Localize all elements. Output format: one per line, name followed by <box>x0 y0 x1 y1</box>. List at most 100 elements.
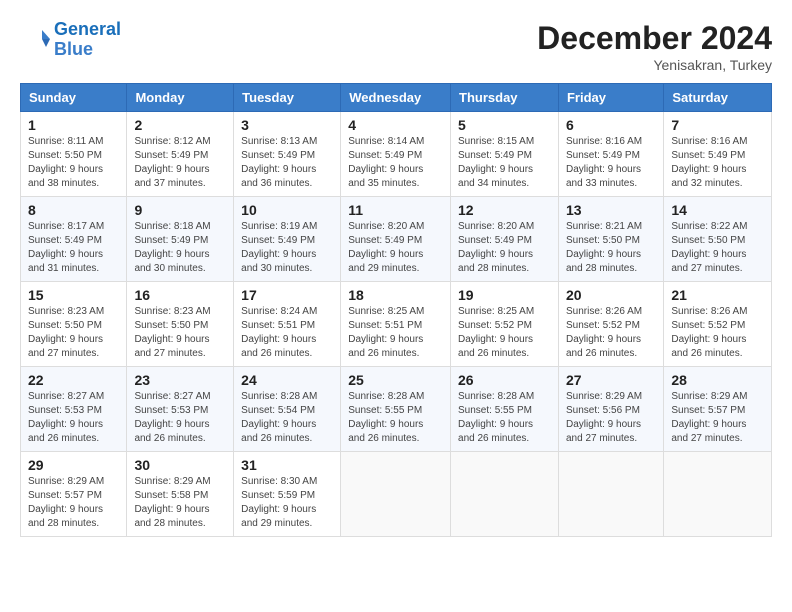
day-info: Sunrise: 8:17 AM Sunset: 5:49 PM Dayligh… <box>28 220 119 276</box>
day-number: 20 <box>566 287 656 303</box>
header-day-saturday: Saturday <box>664 84 772 112</box>
header-day-tuesday: Tuesday <box>234 84 341 112</box>
day-info: Sunrise: 8:28 AM Sunset: 5:55 PM Dayligh… <box>458 390 551 446</box>
calendar-cell: 25 Sunrise: 8:28 AM Sunset: 5:55 PM Dayli… <box>341 367 451 452</box>
day-info: Sunrise: 8:19 AM Sunset: 5:49 PM Dayligh… <box>241 220 333 276</box>
day-number: 19 <box>458 287 551 303</box>
main-title: December 2024 <box>537 20 772 57</box>
day-number: 13 <box>566 202 656 218</box>
day-info: Sunrise: 8:29 AM Sunset: 5:57 PM Dayligh… <box>671 390 764 446</box>
calendar-cell: 15Sunrise: 8:23 AM Sunset: 5:50 PM Dayli… <box>21 282 127 367</box>
header-day-monday: Monday <box>127 84 234 112</box>
day-number: 18 <box>348 287 443 303</box>
calendar-cell: 10 Sunrise: 8:19 AM Sunset: 5:49 PM Dayli… <box>234 197 341 282</box>
day-number: 5 <box>458 117 551 133</box>
day-number: 21 <box>671 287 764 303</box>
day-number: 14 <box>671 202 764 218</box>
day-info: Sunrise: 8:30 AM Sunset: 5:59 PM Dayligh… <box>241 475 333 531</box>
day-info: Sunrise: 8:12 AM Sunset: 5:49 PM Dayligh… <box>134 135 226 191</box>
calendar-cell: 26 Sunrise: 8:28 AM Sunset: 5:55 PM Dayli… <box>451 367 559 452</box>
day-info: Sunrise: 8:25 AM Sunset: 5:52 PM Dayligh… <box>458 305 551 361</box>
calendar-cell: 12Sunrise: 8:20 AM Sunset: 5:49 PM Dayli… <box>451 197 559 282</box>
day-info: Sunrise: 8:22 AM Sunset: 5:50 PM Dayligh… <box>671 220 764 276</box>
day-info: Sunrise: 8:27 AM Sunset: 5:53 PM Dayligh… <box>28 390 119 446</box>
calendar-cell: 29Sunrise: 8:29 AM Sunset: 5:57 PM Dayli… <box>21 452 127 537</box>
calendar-cell: 28Sunrise: 8:29 AM Sunset: 5:57 PM Dayli… <box>664 367 772 452</box>
header-day-thursday: Thursday <box>451 84 559 112</box>
day-number: 30 <box>134 457 226 473</box>
calendar-cell: 21 Sunrise: 8:26 AM Sunset: 5:52 PM Dayli… <box>664 282 772 367</box>
logo-text: General Blue <box>54 20 121 60</box>
calendar-cell <box>558 452 663 537</box>
day-info: Sunrise: 8:16 AM Sunset: 5:49 PM Dayligh… <box>671 135 764 191</box>
calendar-cell: 3 Sunrise: 8:13 AM Sunset: 5:49 PM Daylig… <box>234 112 341 197</box>
day-info: Sunrise: 8:29 AM Sunset: 5:58 PM Dayligh… <box>134 475 226 531</box>
day-info: Sunrise: 8:14 AM Sunset: 5:49 PM Dayligh… <box>348 135 443 191</box>
day-number: 17 <box>241 287 333 303</box>
day-info: Sunrise: 8:11 AM Sunset: 5:50 PM Dayligh… <box>28 135 119 191</box>
day-number: 10 <box>241 202 333 218</box>
calendar-cell: 19 Sunrise: 8:25 AM Sunset: 5:52 PM Dayli… <box>451 282 559 367</box>
logo-icon <box>20 25 50 55</box>
day-number: 16 <box>134 287 226 303</box>
week-row-4: 22 Sunrise: 8:27 AM Sunset: 5:53 PM Dayli… <box>21 367 772 452</box>
calendar-cell: 18Sunrise: 8:25 AM Sunset: 5:51 PM Dayli… <box>341 282 451 367</box>
week-row-5: 29Sunrise: 8:29 AM Sunset: 5:57 PM Dayli… <box>21 452 772 537</box>
day-number: 11 <box>348 202 443 218</box>
day-number: 23 <box>134 372 226 388</box>
calendar-cell: 1 Sunrise: 8:11 AM Sunset: 5:50 PM Daylig… <box>21 112 127 197</box>
day-number: 15 <box>28 287 119 303</box>
calendar-header-row: SundayMondayTuesdayWednesdayThursdayFrid… <box>21 84 772 112</box>
subtitle: Yenisakran, Turkey <box>537 57 772 73</box>
calendar-cell: 9 Sunrise: 8:18 AM Sunset: 5:49 PM Daylig… <box>127 197 234 282</box>
calendar-cell: 31 Sunrise: 8:30 AM Sunset: 5:59 PM Dayli… <box>234 452 341 537</box>
calendar-cell: 27Sunrise: 8:29 AM Sunset: 5:56 PM Dayli… <box>558 367 663 452</box>
calendar-cell: 13 Sunrise: 8:21 AM Sunset: 5:50 PM Dayli… <box>558 197 663 282</box>
calendar-cell: 6 Sunrise: 8:16 AM Sunset: 5:49 PM Daylig… <box>558 112 663 197</box>
day-number: 26 <box>458 372 551 388</box>
calendar-cell <box>451 452 559 537</box>
day-info: Sunrise: 8:28 AM Sunset: 5:54 PM Dayligh… <box>241 390 333 446</box>
logo: General Blue <box>20 20 121 60</box>
page-header: General Blue December 2024 Yenisakran, T… <box>20 20 772 73</box>
calendar-cell: 20 Sunrise: 8:26 AM Sunset: 5:52 PM Dayli… <box>558 282 663 367</box>
day-info: Sunrise: 8:13 AM Sunset: 5:49 PM Dayligh… <box>241 135 333 191</box>
day-info: Sunrise: 8:20 AM Sunset: 5:49 PM Dayligh… <box>348 220 443 276</box>
day-number: 31 <box>241 457 333 473</box>
day-info: Sunrise: 8:21 AM Sunset: 5:50 PM Dayligh… <box>566 220 656 276</box>
calendar-cell <box>341 452 451 537</box>
header-day-sunday: Sunday <box>21 84 127 112</box>
calendar-cell <box>664 452 772 537</box>
title-block: December 2024 Yenisakran, Turkey <box>537 20 772 73</box>
day-info: Sunrise: 8:26 AM Sunset: 5:52 PM Dayligh… <box>566 305 656 361</box>
week-row-3: 15Sunrise: 8:23 AM Sunset: 5:50 PM Dayli… <box>21 282 772 367</box>
day-info: Sunrise: 8:24 AM Sunset: 5:51 PM Dayligh… <box>241 305 333 361</box>
week-row-2: 8Sunrise: 8:17 AM Sunset: 5:49 PM Daylig… <box>21 197 772 282</box>
day-number: 3 <box>241 117 333 133</box>
day-number: 2 <box>134 117 226 133</box>
calendar-cell: 5Sunrise: 8:15 AM Sunset: 5:49 PM Daylig… <box>451 112 559 197</box>
day-number: 7 <box>671 117 764 133</box>
calendar-cell: 22 Sunrise: 8:27 AM Sunset: 5:53 PM Dayli… <box>21 367 127 452</box>
day-info: Sunrise: 8:26 AM Sunset: 5:52 PM Dayligh… <box>671 305 764 361</box>
calendar-cell: 11 Sunrise: 8:20 AM Sunset: 5:49 PM Dayli… <box>341 197 451 282</box>
day-number: 24 <box>241 372 333 388</box>
day-number: 1 <box>28 117 119 133</box>
day-info: Sunrise: 8:20 AM Sunset: 5:49 PM Dayligh… <box>458 220 551 276</box>
week-row-1: 1 Sunrise: 8:11 AM Sunset: 5:50 PM Daylig… <box>21 112 772 197</box>
day-info: Sunrise: 8:29 AM Sunset: 5:56 PM Dayligh… <box>566 390 656 446</box>
day-number: 9 <box>134 202 226 218</box>
day-number: 4 <box>348 117 443 133</box>
day-info: Sunrise: 8:18 AM Sunset: 5:49 PM Dayligh… <box>134 220 226 276</box>
calendar-cell: 14 Sunrise: 8:22 AM Sunset: 5:50 PM Dayli… <box>664 197 772 282</box>
calendar-cell: 30 Sunrise: 8:29 AM Sunset: 5:58 PM Dayli… <box>127 452 234 537</box>
day-info: Sunrise: 8:28 AM Sunset: 5:55 PM Dayligh… <box>348 390 443 446</box>
day-info: Sunrise: 8:16 AM Sunset: 5:49 PM Dayligh… <box>566 135 656 191</box>
header-day-wednesday: Wednesday <box>341 84 451 112</box>
day-number: 6 <box>566 117 656 133</box>
day-number: 22 <box>28 372 119 388</box>
calendar-cell: 16Sunrise: 8:23 AM Sunset: 5:50 PM Dayli… <box>127 282 234 367</box>
day-number: 25 <box>348 372 443 388</box>
calendar-cell: 4 Sunrise: 8:14 AM Sunset: 5:49 PM Daylig… <box>341 112 451 197</box>
calendar-cell: 17 Sunrise: 8:24 AM Sunset: 5:51 PM Dayli… <box>234 282 341 367</box>
